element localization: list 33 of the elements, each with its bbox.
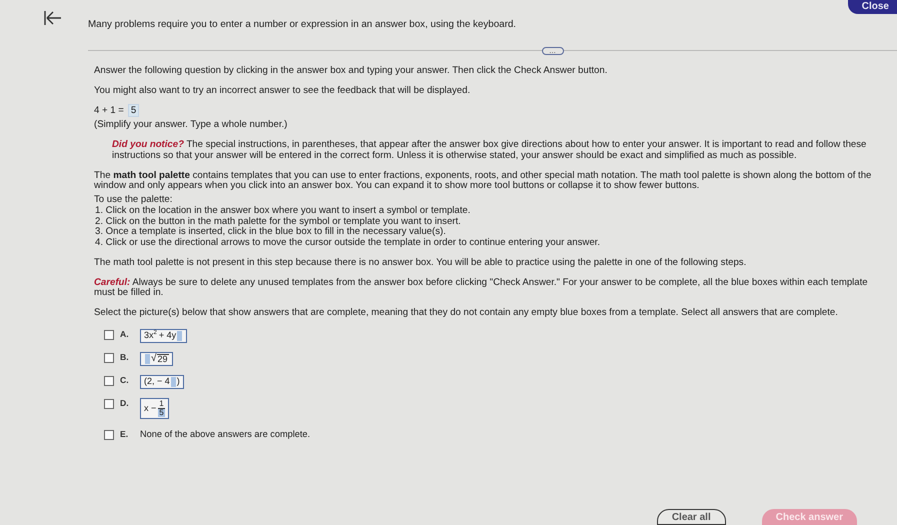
step-text: 4. Click or use the directional arrows to move the cursor outside the template in order to continue entering your answer. bbox=[94, 238, 601, 249]
step-text: 3. Once a template is inserted, click in the blue box to fill in the necessary value(s). bbox=[94, 227, 447, 238]
clear-all-button[interactable]: Clear all bbox=[656, 509, 726, 525]
checkbox[interactable] bbox=[104, 330, 114, 340]
option-letter: A. bbox=[120, 328, 130, 339]
option-letter: E. bbox=[120, 428, 130, 439]
intro-text: Many problems require you to enter a number or expression in an answer box, using the keyboard. bbox=[88, 19, 516, 30]
math-answer-box: √29 bbox=[140, 352, 173, 366]
question-text: Select the picture(s) below that show answers that are complete, meaning that they do not contain any empty blue boxes from a template. Select all answers that are complete. bbox=[94, 308, 839, 319]
instruction-text: Answer the following question by clicking in the answer box and typing your answer. Then click the Check Answer button. bbox=[94, 66, 608, 77]
step-text: 2. Click on the button in the math palette for the symbol or template you want to insert. bbox=[94, 216, 462, 227]
close-button[interactable]: Close bbox=[848, 0, 897, 14]
palette-text: The math tool palette contains templates that you can use to enter fractions, exponents, roots, and other special math notation. The math tool palette is shown along the bottom of the window and only appears when you click into an answer box. You can expand it to show more tool buttons or collapse it to show fewer buttons. bbox=[94, 170, 872, 192]
checkbox[interactable] bbox=[104, 376, 114, 386]
careful-text: Careful: Always be sure to delete any unused templates from the answer box before clicking "Check Answer." For your answer to be complete, all the blue boxes within each template must be filled in. bbox=[94, 278, 869, 300]
math-answer-box: 3x$^{2}$ + 4y bbox=[140, 328, 188, 343]
info-text: The math tool palette is not present in this step because there is no answer box. You will be able to practice using the palette in one of the following steps. bbox=[94, 258, 748, 269]
option-letter: B. bbox=[120, 352, 130, 362]
option-letter: C. bbox=[120, 374, 130, 385]
notice-text: Did you notice? The special instructions, in parentheses, that appear after the answer box give directions about how to enter your answer. It is important to read and follow these instructions so that your answer will be entered in the correct form. Unless it is otherwise stated, your answer should be exact and simplified as much as possible. bbox=[111, 140, 868, 162]
hint-text: (Simplify your answer. Type a whole number.) bbox=[94, 120, 288, 132]
back-button[interactable] bbox=[44, 10, 62, 26]
option-letter: D. bbox=[120, 398, 130, 408]
step-text: 1. Click on the location in the answer box where you want to insert a symbol or template. bbox=[94, 206, 472, 217]
instruction-text: You might also want to try an incorrect answer to see the feedback that will be displayed. bbox=[94, 86, 472, 96]
equation-text: 4 + 1 = bbox=[94, 105, 124, 116]
math-answer-box: (2, − 4 ) bbox=[140, 374, 184, 389]
checkbox[interactable] bbox=[104, 352, 114, 363]
checkbox[interactable] bbox=[104, 430, 114, 440]
option-text: None of the above answers are complete. bbox=[140, 428, 310, 439]
steps-title: To use the palette: bbox=[94, 195, 174, 206]
answer-box[interactable]: 5 bbox=[128, 104, 140, 118]
checkbox[interactable] bbox=[104, 398, 114, 409]
